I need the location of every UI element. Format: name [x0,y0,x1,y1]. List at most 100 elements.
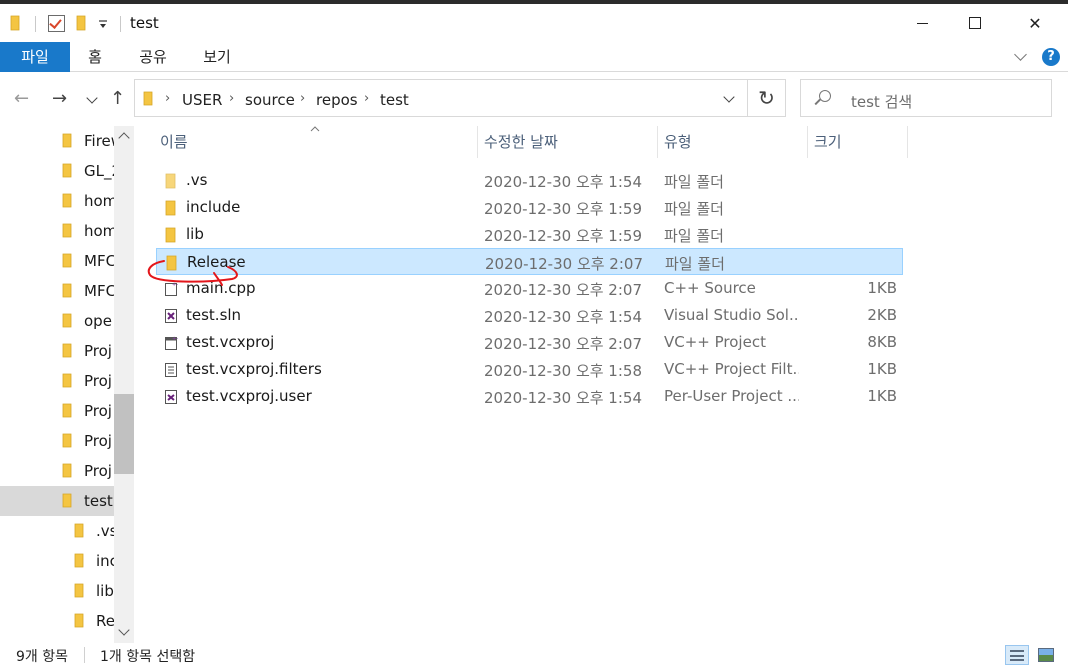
details-view-icon [1010,650,1024,661]
file-name[interactable]: test.sln [186,306,241,324]
sidebar-item[interactable]: hom [0,216,114,246]
folder-icon [62,493,72,508]
close-button[interactable]: ✕ [1006,4,1064,42]
sidebar-item[interactable]: Proj [0,366,114,396]
cpp-file-icon: ++ [165,282,178,296]
breadcrumb-repos[interactable]: repos [316,91,358,109]
sidebar-item-label: MFC [84,282,114,300]
selection-count: 1개 항목 선택함 [100,649,196,665]
sidebar-item[interactable]: .vs [0,516,114,546]
column-date-label: 수정한 날짜 [484,133,558,151]
customize-toolbar-icon[interactable] [98,20,108,30]
folder-icon [62,253,72,268]
file-row[interactable]: lib 2020-12-30 오후 1:59 파일 폴더 [156,221,903,248]
file-row[interactable]: test.sln 2020-12-30 오후 1:54 Visual Studio … [156,302,903,329]
sidebar-item[interactable]: MFC [0,276,114,306]
column-header-size[interactable]: 크기 [808,126,908,158]
folder-icon [74,553,84,568]
sidebar-item[interactable]: hom [0,186,114,216]
large-icons-view-button[interactable] [1034,645,1058,665]
up-button[interactable]: ↑ [110,90,125,108]
file-date: 2020-12-30 오후 1:59 [484,227,642,245]
sidebar-item[interactable]: Re [0,606,114,636]
recent-locations-icon[interactable] [86,92,98,104]
scrollbar-thumb[interactable] [114,394,134,474]
folder-icon [62,343,72,358]
sidebar-item[interactable]: lib [0,576,114,606]
column-size-label: 크기 [814,133,842,151]
breadcrumb-user[interactable]: USER [182,91,222,109]
svg-text:++: ++ [172,282,178,288]
file-row[interactable]: ++ test.vcxproj 2020-12-30 오후 2:07 VC++ Pro… [156,329,903,356]
file-type: 파일 폴더 [665,255,725,273]
file-row[interactable]: .vs 2020-12-30 오후 1:54 파일 폴더 [156,167,903,194]
breadcrumb-separator[interactable]: › [300,91,305,106]
sidebar-item[interactable]: Proj [0,426,114,456]
file-name[interactable]: lib [186,225,204,243]
file-name[interactable]: test.vcxproj [186,333,274,351]
tab-home[interactable]: 홈 [80,42,110,72]
breadcrumb-separator[interactable]: › [229,91,234,106]
new-folder-icon[interactable] [76,15,88,31]
maximize-icon [969,17,981,29]
properties-icon[interactable] [48,15,65,32]
back-button[interactable]: ← [14,90,29,108]
minimize-button[interactable] [893,4,951,42]
details-view-button[interactable] [1005,645,1029,665]
sidebar-item[interactable]: Proj [0,336,114,366]
maximize-button[interactable] [946,4,1004,42]
sidebar-item-label: hom [84,192,114,210]
sidebar-item[interactable]: ope [0,306,114,336]
sidebar-item[interactable]: Proj [0,396,114,426]
sidebar-item-label: Re [96,612,114,630]
breadcrumb-separator[interactable]: › [165,91,170,106]
folder-icon [166,255,177,271]
file-name[interactable]: .vs [186,171,207,189]
expand-ribbon-icon[interactable] [1014,48,1027,61]
search-box[interactable]: test 검색 [800,79,1052,117]
address-bar[interactable]: › USER › source › repos › test [134,79,748,117]
sidebar-item[interactable]: Proj [0,456,114,486]
tab-view[interactable]: 보기 [196,42,238,72]
folder-icon [62,463,72,478]
refresh-icon: ↻ [758,86,775,110]
folder-icon [62,133,72,148]
scroll-up-icon[interactable] [118,132,130,144]
sidebar-item[interactable]: test [0,486,114,516]
help-icon[interactable]: ? [1042,48,1060,66]
item-count: 9개 항목 [16,649,68,665]
file-row[interactable]: ++ main.cpp 2020-12-30 오후 2:07 C++ Source 1K… [156,275,903,302]
file-name[interactable]: test.vcxproj.filters [186,360,322,378]
column-header-type[interactable]: 유형 [658,126,808,158]
search-input[interactable]: test 검색 [851,91,912,112]
file-row[interactable]: Release 2020-12-30 오후 2:07 파일 폴더 [156,248,903,275]
forward-button[interactable]: → [52,90,67,108]
file-name[interactable]: Release [187,253,246,271]
breadcrumb-source[interactable]: source [245,91,295,109]
tab-file[interactable]: 파일 [0,42,70,72]
file-size: 1KB [867,360,897,378]
file-row[interactable]: test.vcxproj.user 2020-12-30 오후 1:54 Per-U… [156,383,903,410]
file-date: 2020-12-30 오후 1:58 [484,362,642,380]
file-row[interactable]: include 2020-12-30 오후 1:59 파일 폴더 [156,194,903,221]
tab-share[interactable]: 공유 [132,42,174,72]
file-name[interactable]: include [186,198,240,216]
refresh-button[interactable]: ↻ [748,79,786,117]
file-name[interactable]: main.cpp [186,279,256,297]
address-history-icon[interactable] [723,91,735,103]
folder-icon [165,227,176,243]
file-name[interactable]: test.vcxproj.user [186,387,312,405]
breadcrumb-test[interactable]: test [380,91,409,109]
file-type: 파일 폴더 [664,173,724,191]
scroll-down-icon[interactable] [118,624,130,636]
sidebar-item[interactable]: Firew [0,126,114,156]
sidebar-item[interactable]: MFC [0,246,114,276]
sidebar-item[interactable]: GL_2 [0,156,114,186]
nav-scrollbar[interactable] [114,126,134,643]
column-header-date[interactable]: 수정한 날짜 [478,126,658,158]
sidebar-item[interactable]: inc [0,546,114,576]
folder-icon [62,163,72,178]
folder-icon [62,433,72,448]
breadcrumb-separator[interactable]: › [364,91,369,106]
file-row[interactable]: test.vcxproj.filters 2020-12-30 오후 1:58 VC… [156,356,903,383]
